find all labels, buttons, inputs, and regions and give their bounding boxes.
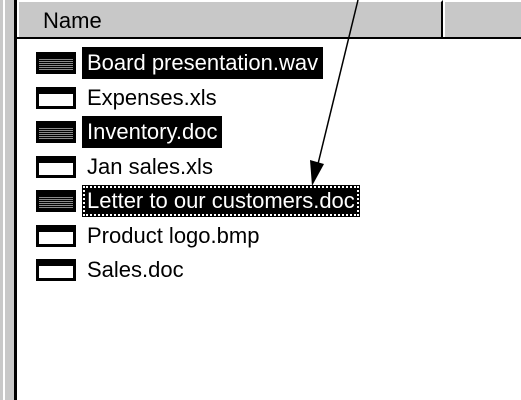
- border-highlight: [3, 0, 5, 400]
- file-list: Board presentation.wav Expenses.xls Inve…: [36, 46, 516, 288]
- file-name: Sales.doc: [87, 257, 184, 282]
- file-name: Letter to our customers.doc: [82, 185, 360, 217]
- column-header-next[interactable]: [443, 0, 521, 37]
- file-name: Inventory.doc: [82, 116, 223, 148]
- file-icon: [36, 259, 76, 281]
- file-item[interactable]: Sales.doc: [36, 253, 516, 287]
- column-header-name-label: Name: [43, 8, 102, 33]
- file-name: Board presentation.wav: [82, 47, 324, 79]
- file-icon: [36, 86, 76, 109]
- file-item[interactable]: Board presentation.wav: [36, 46, 516, 80]
- file-name: Product logo.bmp: [87, 222, 260, 248]
- file-icon: [36, 121, 76, 143]
- file-item[interactable]: Letter to our customers.doc: [36, 184, 516, 218]
- file-item[interactable]: Expenses.xls: [36, 81, 516, 115]
- file-list-window: Name Board presentation.wav Expenses.xls…: [0, 0, 521, 400]
- file-icon: [36, 155, 76, 178]
- file-item[interactable]: Product logo.bmp: [36, 219, 516, 253]
- column-header-bar: Name: [17, 0, 521, 39]
- file-name: Expenses.xls: [87, 84, 217, 110]
- file-icon: [36, 190, 76, 212]
- window-left-border: [0, 0, 17, 400]
- file-icon: [36, 52, 76, 74]
- file-icon: [36, 224, 76, 247]
- file-name: Jan sales.xls: [87, 153, 213, 179]
- file-item[interactable]: Inventory.doc: [36, 115, 516, 149]
- file-item[interactable]: Jan sales.xls: [36, 150, 516, 184]
- column-header-name[interactable]: Name: [17, 0, 443, 37]
